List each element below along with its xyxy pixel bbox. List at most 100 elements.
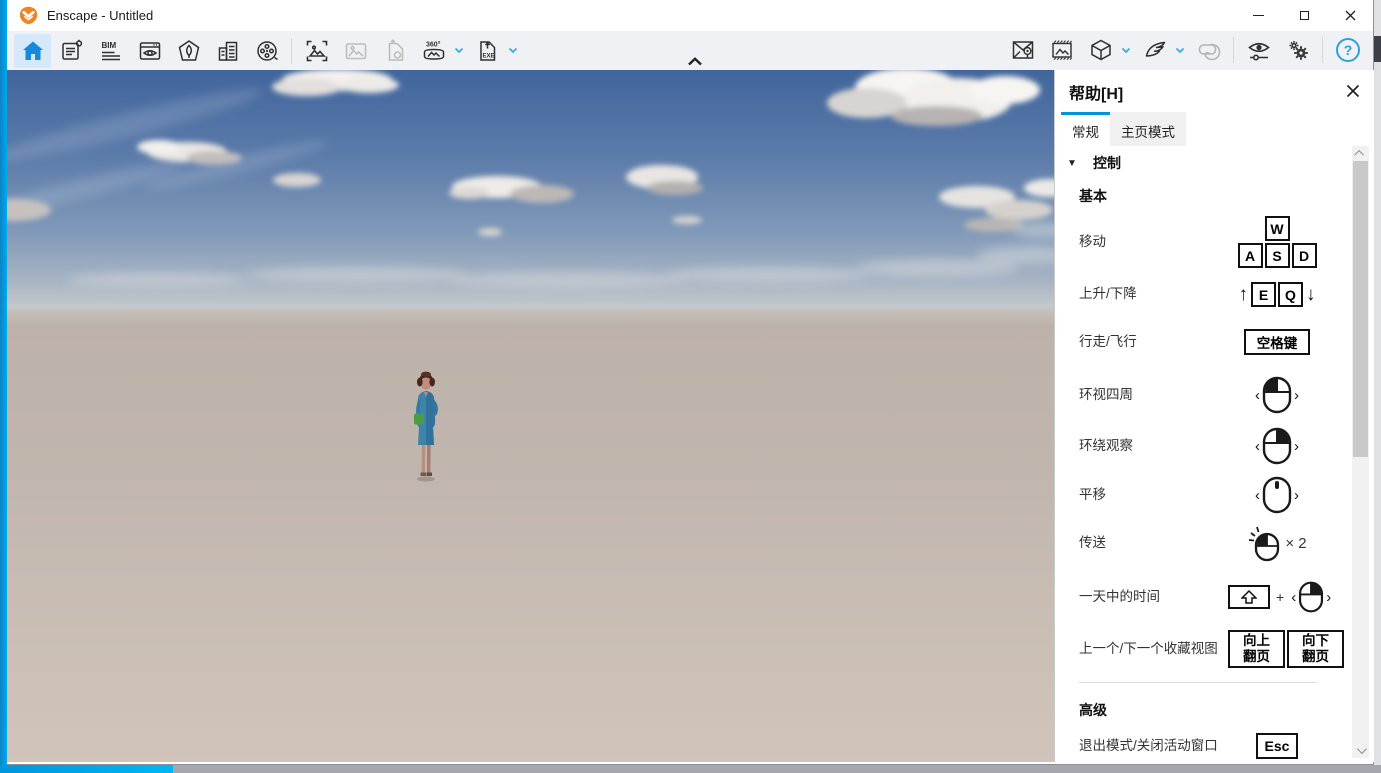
export-image-button-disabled: [337, 34, 374, 68]
video-editor-button[interactable]: [248, 34, 285, 68]
rendering-window-icon: [138, 39, 162, 63]
fly-mode-dropdown[interactable]: [1174, 33, 1186, 67]
screenshot-icon: [305, 39, 329, 63]
settings-button[interactable]: [1279, 33, 1316, 67]
row-walk-fly-label: 行走/飞行: [1079, 333, 1227, 352]
panorama-dropdown[interactable]: [453, 34, 465, 68]
screenshot-button[interactable]: [298, 34, 335, 68]
rotate-right-glyph: ›: [1294, 387, 1299, 404]
background-window-right-edge[interactable]: [1374, 0, 1381, 765]
help-button[interactable]: ?: [1329, 33, 1366, 67]
mouse-double-click-icon: [1247, 524, 1281, 562]
taskbar-highlight: [0, 765, 173, 773]
minimize-button[interactable]: [1235, 0, 1281, 31]
row-favorite-label: 上一个/下一个收藏视图: [1079, 640, 1227, 659]
chevron-down-icon: [1121, 47, 1131, 54]
chevron-down-icon: [508, 47, 518, 54]
rotate-right-glyph: ›: [1294, 438, 1299, 455]
key-esc: Esc: [1256, 733, 1298, 759]
mini-map-button[interactable]: [1004, 33, 1041, 67]
window-title: Enscape - Untitled: [47, 8, 153, 23]
close-icon: [1345, 10, 1356, 21]
arrow-up-icon: ↑: [1239, 284, 1249, 306]
orthographic-dropdown[interactable]: [1120, 33, 1132, 67]
mouse-right-button-icon: [1262, 427, 1292, 465]
help-tabs: 常规 主页模式: [1055, 112, 1374, 146]
scrollbar-thumb[interactable]: [1353, 161, 1368, 457]
vr-headset-button-disabled: [1190, 33, 1227, 67]
render-viewport[interactable]: [7, 70, 1054, 762]
asset-library-button[interactable]: [170, 34, 207, 68]
exe-dropdown[interactable]: [507, 34, 519, 68]
human-figure: [405, 370, 447, 485]
export-project-button-disabled: [376, 34, 413, 68]
row-time-of-day-label: 一天中的时间: [1079, 588, 1227, 607]
svg-text:360°: 360°: [426, 40, 441, 48]
key-e: E: [1251, 282, 1276, 307]
windows-taskbar-edge[interactable]: [0, 765, 1381, 773]
scrollbar-up-button[interactable]: [1352, 146, 1369, 161]
help-content: ▼ 控制 基本 移动 W A S D: [1055, 146, 1357, 762]
scene-manager-button[interactable]: [53, 34, 90, 68]
key-space: 空格键: [1244, 329, 1311, 355]
standalone-exe-button[interactable]: EXE: [469, 34, 506, 68]
key-page-up: 向上 翻页: [1228, 630, 1285, 668]
fly-mode-button[interactable]: [1136, 33, 1173, 67]
rotate-left-glyph: ‹: [1255, 387, 1260, 404]
export-image-icon: [344, 39, 368, 63]
standalone-exe-icon: EXE: [475, 38, 500, 63]
arrow-down-icon: ↓: [1306, 284, 1316, 306]
rotate-left-glyph: ‹: [1255, 487, 1260, 504]
asset-library-icon: [177, 39, 201, 63]
close-icon: [1346, 84, 1360, 98]
section-control-label: 控制: [1093, 153, 1121, 173]
maximize-icon: [1300, 11, 1309, 20]
help-panel-close-button[interactable]: [1341, 79, 1365, 103]
project-library-button[interactable]: [209, 34, 246, 68]
chevron-down-icon: [1357, 744, 1367, 754]
chevron-down-icon: [1175, 47, 1185, 54]
titlebar: Enscape - Untitled: [7, 0, 1373, 31]
maximize-button[interactable]: [1281, 0, 1327, 31]
rendering-window-button[interactable]: [131, 34, 168, 68]
tab-general[interactable]: 常规: [1061, 112, 1110, 146]
help-panel-title: 帮助[H]: [1069, 80, 1123, 104]
scrollbar-down-button[interactable]: [1352, 743, 1369, 758]
visual-settings-button[interactable]: [1240, 33, 1277, 67]
chevron-down-icon: [454, 47, 464, 54]
plus-glyph: +: [1276, 589, 1284, 605]
building-icon: [216, 39, 240, 63]
gear-icon: [1286, 38, 1310, 62]
toolbar-separator: [1322, 37, 1323, 63]
bim-mode-button[interactable]: BIM: [92, 34, 129, 68]
toolbar-collapse-button[interactable]: [683, 55, 707, 68]
row-look-around-label: 环视四周: [1079, 386, 1227, 405]
toolbar: BIM: [7, 31, 1373, 70]
clouds: [7, 70, 1054, 330]
svg-text:BIM: BIM: [101, 41, 116, 50]
orthographic-button[interactable]: [1082, 33, 1119, 67]
help-scrollbar[interactable]: [1352, 146, 1369, 758]
section-divider: [1079, 682, 1317, 683]
tab-home-mode[interactable]: 主页模式: [1110, 112, 1186, 146]
help-icon: ?: [1335, 37, 1361, 63]
section-control[interactable]: ▼ 控制: [1067, 153, 1327, 173]
row-pan: 平移 ‹ ›: [1079, 476, 1327, 514]
background-window-left-edge[interactable]: [0, 0, 7, 773]
row-look-around: 环视四周 ‹ ›: [1079, 376, 1327, 414]
row-time-of-day: 一天中的时间 + ‹ ›: [1079, 581, 1327, 613]
export-project-icon: [383, 39, 407, 63]
key-d: D: [1292, 243, 1317, 268]
mouse-middle-button-icon: [1262, 476, 1292, 514]
rotate-left-glyph: ‹: [1291, 589, 1296, 606]
enscape-window: Enscape - Untitled BIM: [7, 0, 1374, 765]
row-move-label: 移动: [1079, 233, 1227, 252]
material-editor-button[interactable]: [1043, 33, 1080, 67]
wing-icon: [1143, 38, 1167, 62]
home-button[interactable]: [14, 34, 51, 68]
rotate-right-glyph: ›: [1326, 589, 1331, 606]
toolbar-separator: [291, 38, 292, 64]
close-button[interactable]: [1327, 0, 1373, 31]
panorama-360-button[interactable]: 360°: [415, 34, 452, 68]
home-icon: [21, 39, 45, 63]
